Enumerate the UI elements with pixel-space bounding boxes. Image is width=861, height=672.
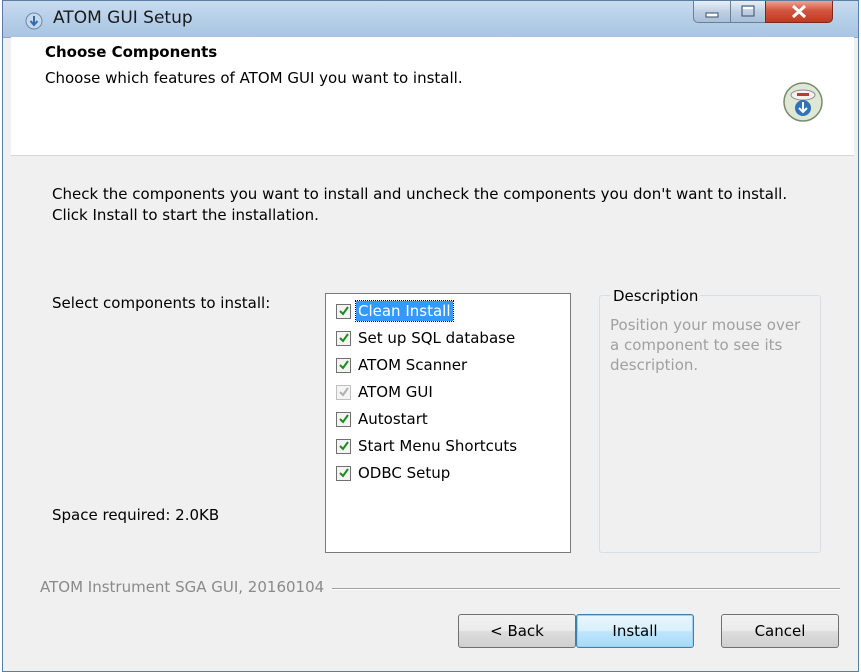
- page-subtitle: Choose which features of ATOM GUI you wa…: [45, 69, 463, 87]
- component-label: Start Menu Shortcuts: [358, 437, 518, 455]
- checkbox[interactable]: [336, 303, 351, 319]
- component-item-odbc-setup[interactable]: ODBC Setup: [336, 462, 452, 484]
- checkbox[interactable]: [336, 411, 351, 427]
- select-components-label: Select components to install:: [52, 294, 271, 312]
- checkmark-icon: [338, 306, 349, 316]
- cancel-button[interactable]: Cancel: [721, 614, 839, 648]
- component-item-sql-database[interactable]: Set up SQL database: [336, 327, 517, 349]
- component-label: ODBC Setup: [358, 464, 451, 482]
- setup-window: ATOM GUI Setup Choose Components Choose …: [2, 0, 859, 672]
- back-button-label: < Back: [490, 622, 544, 640]
- minimize-button[interactable]: [693, 1, 731, 23]
- checkmark-icon: [338, 441, 349, 451]
- checkmark-icon: [338, 468, 349, 478]
- maximize-icon: [741, 5, 755, 17]
- component-label: Autostart: [358, 410, 428, 428]
- close-button[interactable]: [765, 1, 833, 23]
- installer-app-icon: [25, 12, 43, 30]
- component-label: ATOM GUI: [358, 383, 433, 401]
- close-icon: [791, 4, 807, 19]
- checkmark-icon: [338, 387, 349, 397]
- maximize-button[interactable]: [730, 1, 766, 23]
- checkmark-icon: [338, 333, 349, 343]
- component-label: Clean Install: [355, 300, 454, 322]
- checkbox[interactable]: [336, 438, 351, 454]
- components-list[interactable]: Clean Install Set up SQL database ATOM S…: [325, 293, 571, 553]
- checkbox-disabled: [336, 384, 351, 400]
- component-item-autostart[interactable]: Autostart: [336, 408, 430, 430]
- instructions-text: Check the components you want to install…: [52, 185, 788, 224]
- component-item-atom-gui: ATOM GUI: [336, 381, 435, 403]
- space-required-label: Space required: 2.0KB: [52, 506, 220, 524]
- component-item-clean-install[interactable]: Clean Install: [336, 300, 454, 322]
- install-button[interactable]: Install: [576, 614, 694, 648]
- page-title: Choose Components: [45, 43, 218, 61]
- window-title: ATOM GUI Setup: [53, 8, 193, 28]
- title-bar[interactable]: ATOM GUI Setup: [3, 1, 858, 38]
- component-label: ATOM Scanner: [358, 356, 468, 374]
- footer-branding: ATOM Instrument SGA GUI, 20160104: [40, 578, 333, 596]
- component-item-start-menu-shortcuts[interactable]: Start Menu Shortcuts: [336, 435, 519, 457]
- description-title: Description: [611, 287, 701, 305]
- checkbox[interactable]: [336, 465, 351, 481]
- description-text: Position your mouse over a component to …: [610, 316, 801, 374]
- checkbox[interactable]: [336, 330, 351, 346]
- component-item-atom-scanner[interactable]: ATOM Scanner: [336, 354, 469, 376]
- install-button-label: Install: [612, 622, 658, 640]
- installer-logo-icon: [783, 82, 823, 122]
- component-label: Set up SQL database: [358, 329, 516, 347]
- checkmark-icon: [338, 360, 349, 370]
- minimize-icon: [705, 12, 719, 18]
- back-button[interactable]: < Back: [458, 614, 576, 648]
- cancel-button-label: Cancel: [754, 622, 806, 640]
- checkmark-icon: [338, 414, 349, 424]
- checkbox[interactable]: [336, 357, 351, 373]
